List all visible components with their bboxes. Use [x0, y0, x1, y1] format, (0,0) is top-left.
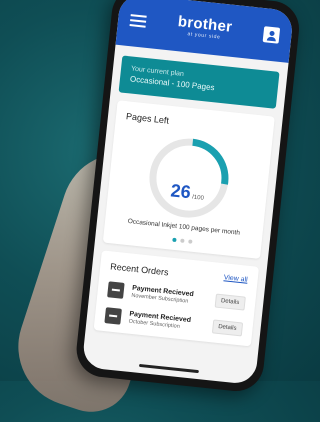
brand-logo: brother at your side	[176, 13, 233, 42]
app-header: brother at your side	[115, 0, 294, 63]
carousel-dot[interactable]	[172, 237, 177, 242]
phone: brother at your side Your current plan O…	[73, 0, 302, 394]
pages-left-unit: /100	[191, 194, 205, 202]
order-row: Payment Recieved November Subscription D…	[107, 281, 246, 311]
order-text: Payment Recieved November Subscription	[131, 285, 216, 308]
pages-left-count: 26	[169, 180, 192, 203]
order-text: Payment Recieved October Subscription	[128, 310, 213, 333]
details-button[interactable]: Details	[211, 319, 244, 337]
recent-orders-header: Recent Orders View all	[110, 261, 248, 285]
carousel-dot[interactable]	[188, 239, 193, 244]
view-all-link[interactable]: View all	[223, 275, 248, 284]
user-icon[interactable]	[262, 26, 281, 44]
photo-scene: brother at your side Your current plan O…	[0, 0, 302, 422]
menu-icon[interactable]	[129, 14, 147, 28]
pages-gauge: 26/100	[116, 129, 262, 227]
phone-screen: brother at your side Your current plan O…	[81, 0, 294, 386]
document-icon	[107, 281, 125, 299]
recent-orders-card: Recent Orders View all Payment Recieved …	[93, 250, 260, 347]
document-icon	[104, 306, 122, 325]
details-button[interactable]: Details	[214, 293, 246, 311]
order-row: Payment Recieved October Subscription De…	[104, 306, 244, 337]
current-plan-banner: Your current plan Occasional - 100 Pages	[118, 55, 280, 109]
recent-orders-title: Recent Orders	[109, 261, 170, 278]
home-indicator	[138, 363, 199, 374]
pages-left-card: Pages Left 26/100 Occasional Inkjet 100 …	[102, 99, 275, 259]
carousel-dot[interactable]	[180, 238, 185, 243]
